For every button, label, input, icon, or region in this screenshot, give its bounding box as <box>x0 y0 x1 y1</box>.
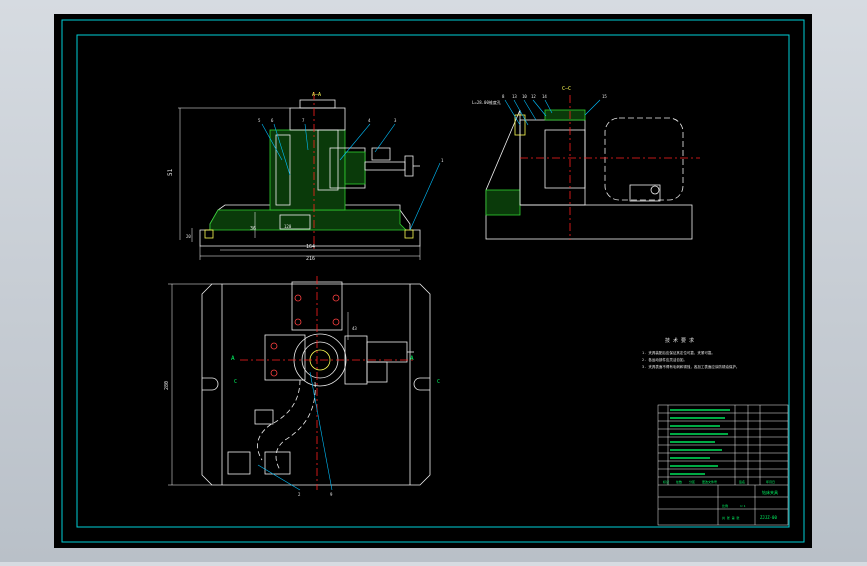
front-dim-inner: 36 <box>250 226 256 232</box>
side-leader-label: 10 <box>522 94 527 99</box>
cad-viewport[interactable]: 51 36 164 216 20 120 A—A 5 6 7 4 3 1 8 1… <box>0 0 867 562</box>
side-section-label: C—C <box>562 86 571 92</box>
front-dim-base-center: 120 <box>284 224 292 229</box>
title-footer-label: 处数 <box>676 479 682 484</box>
front-section-label: A—A <box>312 92 321 98</box>
title-footer-label: 分区 <box>689 479 695 484</box>
drawing-canvas: 51 36 164 216 20 120 A—A 5 6 7 4 3 1 8 1… <box>54 14 812 548</box>
front-dim-width-inner: 164 <box>306 244 315 250</box>
tech-req-item: 2. 各运动部件应灵活自如。 <box>642 357 687 362</box>
tech-req-item: 1. 夹具装配后应保证其定位可靠、夹紧可靠。 <box>642 350 715 355</box>
section-mark: C <box>234 379 237 385</box>
drawing-background <box>54 14 812 548</box>
title-footer-label: 更改文件号 <box>702 479 717 484</box>
title-footer-label: 年月日 <box>766 479 775 484</box>
side-note-label: L=28.00锥度孔 <box>472 99 501 105</box>
tech-req-title: 技 术 要 求 <box>665 337 694 344</box>
side-leader-label: 13 <box>512 94 517 99</box>
tech-req-item: 3. 夹具表面不得有毛刺和锈蚀，各加工表面应涂防锈油保护。 <box>642 364 739 369</box>
plan-dim-height: 280 <box>164 381 170 390</box>
front-dim-height: 51 <box>167 168 174 176</box>
front-dim-base-small: 20 <box>186 234 191 239</box>
sheet-label: 共 张 第 张 <box>722 515 739 520</box>
section-mark: A <box>410 355 414 362</box>
side-leader-label: 12 <box>531 94 536 99</box>
side-leader-label: 14 <box>542 94 547 99</box>
plan-dim-offset: 43 <box>352 326 357 331</box>
title-footer-label: 标记 <box>663 479 669 484</box>
section-mark: A <box>231 355 235 362</box>
section-mark: C <box>437 379 440 385</box>
scale-label: 比例 <box>722 503 728 508</box>
side-leader-label: 15 <box>602 94 607 99</box>
drawing-name: 钻床夹具 <box>762 489 778 495</box>
drawing-number: ZJJZ-00 <box>760 515 777 520</box>
title-footer-label: 签名 <box>739 479 745 484</box>
scale-value: 1:1 <box>740 504 746 508</box>
front-dim-width-total: 216 <box>306 256 315 262</box>
